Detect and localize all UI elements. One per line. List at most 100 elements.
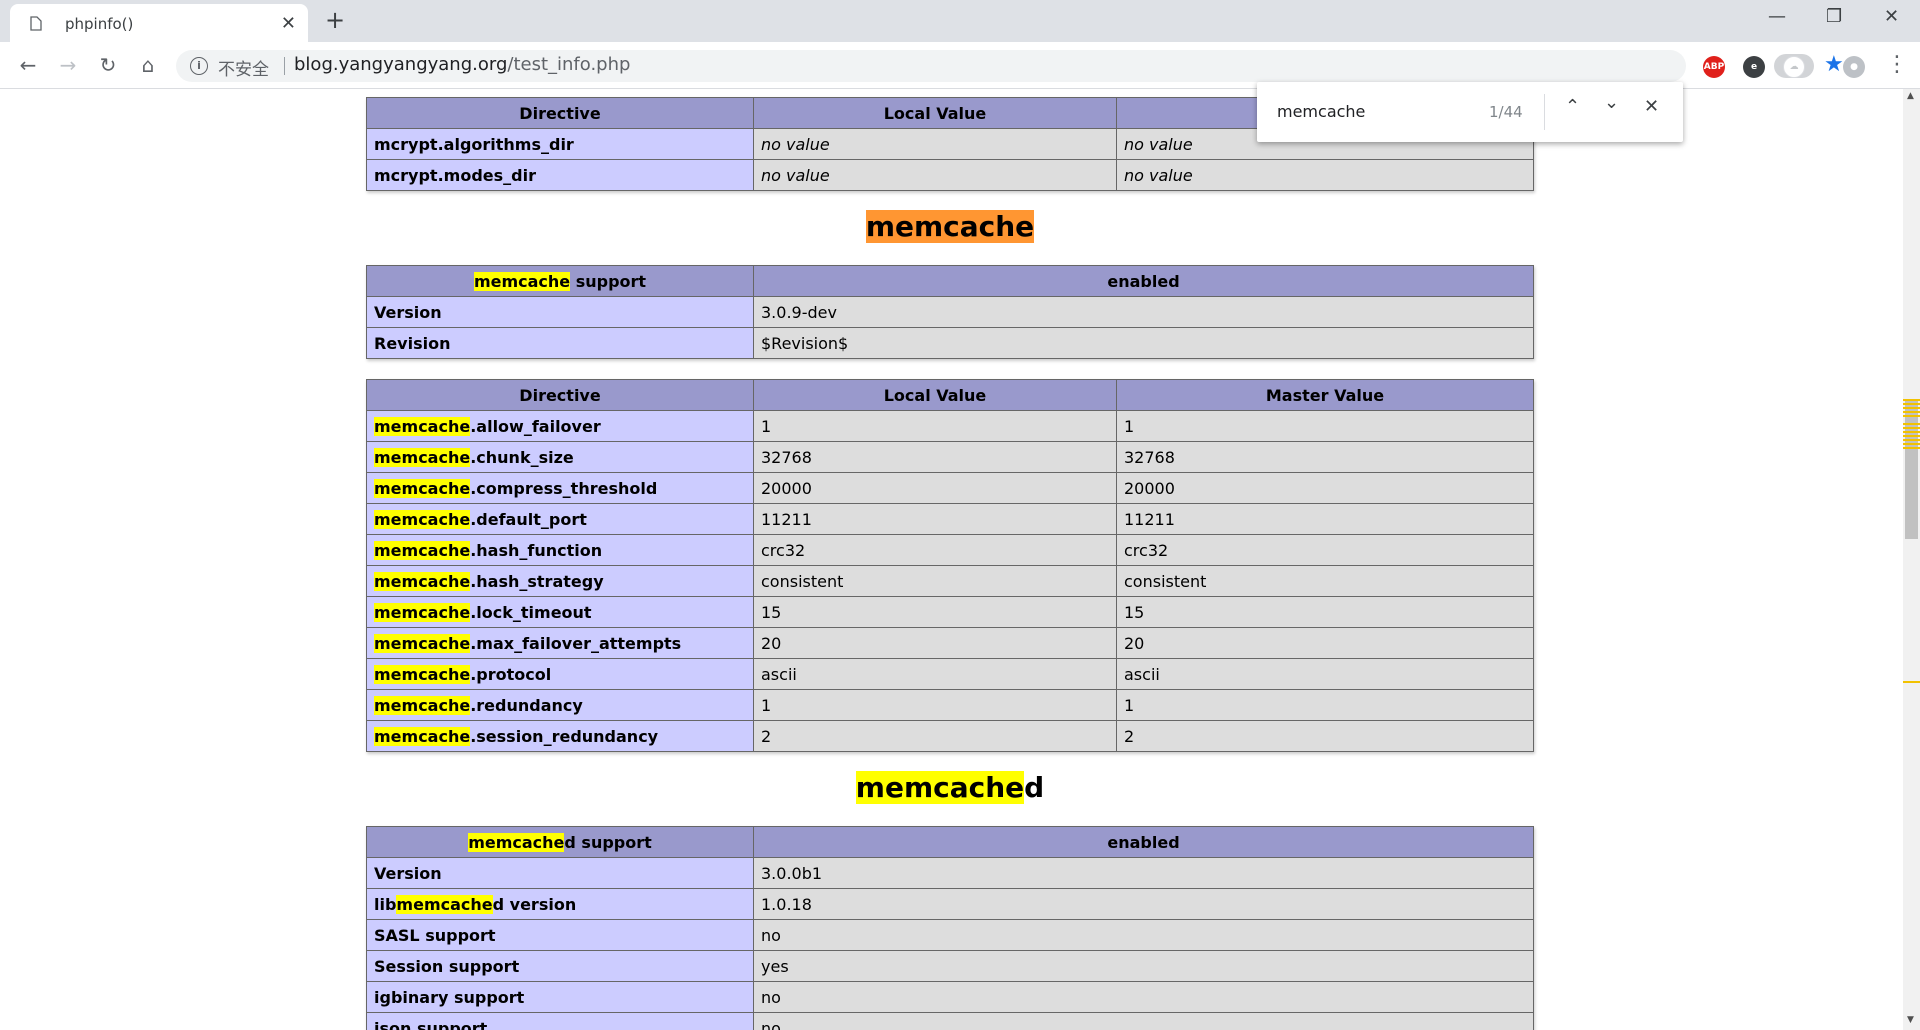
name-suffix: SASL support bbox=[374, 925, 496, 945]
heading-rest: d bbox=[1024, 771, 1045, 804]
info-name: Version bbox=[366, 857, 754, 889]
browser-tab[interactable]: phpinfo() ✕ bbox=[10, 4, 308, 42]
table-row: Session support yes bbox=[366, 950, 1534, 982]
info-value: 3.0.0b1 bbox=[753, 857, 1534, 889]
info-value: yes bbox=[753, 950, 1534, 982]
scroll-down-icon[interactable]: ▼ bbox=[1907, 1015, 1914, 1025]
find-match-marker bbox=[1903, 415, 1920, 417]
local-value: 20 bbox=[753, 627, 1117, 659]
table-row: libmemcached version 1.0.18 bbox=[366, 888, 1534, 920]
table-row: Version 3.0.9-dev bbox=[366, 296, 1534, 328]
header-support-value: enabled bbox=[753, 826, 1534, 858]
table-row: Revision $Revision$ bbox=[366, 327, 1534, 359]
directive-name: memcache.session_redundancy bbox=[366, 720, 754, 752]
local-value: 32768 bbox=[753, 441, 1117, 473]
header-master-value: Master Value bbox=[1116, 379, 1534, 411]
table-row: SASL support no bbox=[366, 919, 1534, 951]
table-row: memcache.protocol ascii ascii bbox=[366, 658, 1534, 690]
directive-suffix: .max_failover_attempts bbox=[470, 633, 682, 653]
memcache-heading: memcache bbox=[0, 210, 1900, 243]
local-value: 11211 bbox=[753, 503, 1117, 535]
vertical-scrollbar[interactable]: ▲ ▼ bbox=[1903, 89, 1920, 1030]
bookmark-star-icon[interactable]: ★ bbox=[1824, 52, 1844, 77]
directive-suffix: .allow_failover bbox=[470, 416, 601, 436]
minimize-icon[interactable]: — bbox=[1768, 6, 1786, 27]
info-value: $Revision$ bbox=[753, 327, 1534, 359]
find-input[interactable]: memcache bbox=[1277, 102, 1365, 121]
info-icon[interactable]: i bbox=[190, 57, 208, 75]
info-name: Version bbox=[366, 296, 754, 328]
directive-name: memcache.redundancy bbox=[366, 689, 754, 721]
table-row: memcache.chunk_size 32768 32768 bbox=[366, 441, 1534, 473]
support-label-rest: d support bbox=[564, 832, 652, 852]
address-separator bbox=[284, 57, 285, 75]
table-row: igbinary support no bbox=[366, 981, 1534, 1013]
find-bar: memcache 1/44 ⌃ ⌄ ✕ bbox=[1257, 82, 1683, 142]
menu-icon[interactable]: ⋮ bbox=[1886, 52, 1908, 77]
local-value: ascii bbox=[753, 658, 1117, 690]
scroll-up-icon[interactable]: ▲ bbox=[1907, 91, 1914, 101]
extension-e-icon[interactable]: e bbox=[1743, 56, 1765, 78]
header-directive: Directive bbox=[366, 379, 754, 411]
close-window-icon[interactable]: ✕ bbox=[1884, 6, 1899, 27]
table-header-row: memcached support enabled bbox=[366, 826, 1534, 858]
local-value: no value bbox=[753, 128, 1117, 160]
master-value: 15 bbox=[1116, 596, 1534, 628]
local-value: crc32 bbox=[753, 534, 1117, 566]
find-match-marker bbox=[1903, 411, 1920, 413]
match-highlight: memcache bbox=[473, 271, 571, 291]
master-value: no value bbox=[1116, 159, 1534, 191]
name-suffix: igbinary support bbox=[374, 987, 525, 1007]
name-suffix: Version bbox=[374, 863, 442, 883]
directive-suffix: .protocol bbox=[470, 664, 552, 684]
restore-icon[interactable]: ❐ bbox=[1826, 6, 1842, 27]
close-find-icon[interactable]: ✕ bbox=[1644, 96, 1659, 117]
memcache-directive-table: Directive Local Value Master Value memca… bbox=[366, 379, 1534, 752]
header-directive: Directive bbox=[366, 97, 754, 129]
directive-suffix: .hash_strategy bbox=[470, 571, 604, 591]
table-row: memcache.max_failover_attempts 20 20 bbox=[366, 627, 1534, 659]
info-name: libmemcached version bbox=[366, 888, 754, 920]
find-match-marker bbox=[1903, 423, 1920, 425]
directive-suffix: .default_port bbox=[470, 509, 587, 529]
directive-name: memcache.default_port bbox=[366, 503, 754, 535]
table-row: memcache.hash_function crc32 crc32 bbox=[366, 534, 1534, 566]
next-match-icon[interactable]: ⌄ bbox=[1604, 92, 1619, 113]
adblock-extension-icon[interactable]: ABP bbox=[1703, 56, 1725, 78]
previous-match-icon[interactable]: ⌃ bbox=[1565, 96, 1580, 117]
back-icon[interactable]: ← bbox=[14, 52, 42, 80]
find-match-marker bbox=[1903, 407, 1920, 409]
table-row: mcrypt.modes_dir no value no value bbox=[366, 159, 1534, 191]
new-tab-button[interactable]: + bbox=[325, 6, 345, 34]
table-row: json support no bbox=[366, 1012, 1534, 1030]
table-row: memcache.compress_threshold 20000 20000 bbox=[366, 472, 1534, 504]
table-row: memcache.session_redundancy 2 2 bbox=[366, 720, 1534, 752]
forward-icon[interactable]: → bbox=[54, 52, 82, 80]
memcache-support-table: memcache support enabled Version 3.0.9-d… bbox=[366, 265, 1534, 359]
info-name: json support bbox=[366, 1012, 754, 1030]
url-text[interactable]: blog.yangyangyang.org/test_info.php bbox=[294, 54, 630, 75]
info-value: no bbox=[753, 1012, 1534, 1030]
reload-icon[interactable]: ↻ bbox=[94, 52, 122, 80]
url-path: /test_info.php bbox=[507, 54, 631, 75]
directive-suffix: .compress_threshold bbox=[470, 478, 658, 498]
name-suffix: d version bbox=[492, 894, 577, 914]
local-value: consistent bbox=[753, 565, 1117, 597]
scrollbar-thumb[interactable] bbox=[1905, 399, 1918, 539]
find-match-marker bbox=[1903, 447, 1920, 449]
directive-name: memcache.lock_timeout bbox=[366, 596, 754, 628]
support-label-rest: support bbox=[570, 271, 647, 291]
extension-cloud-icon[interactable]: ☁ bbox=[1783, 56, 1805, 78]
master-value: 20 bbox=[1116, 627, 1534, 659]
table-row: memcache.hash_strategy consistent consiste… bbox=[366, 565, 1534, 597]
table-row: memcache.default_port 11211 11211 bbox=[366, 503, 1534, 535]
local-value: 15 bbox=[753, 596, 1117, 628]
info-value: 1.0.18 bbox=[753, 888, 1534, 920]
header-support: memcache support bbox=[366, 265, 754, 297]
close-tab-icon[interactable]: ✕ bbox=[281, 13, 296, 34]
local-value: no value bbox=[753, 159, 1117, 191]
home-icon[interactable]: ⌂ bbox=[134, 52, 162, 80]
profile-avatar[interactable]: ● bbox=[1843, 56, 1865, 78]
address-bar[interactable]: i 不安全 blog.yangyangyang.org/test_info.ph… bbox=[176, 50, 1844, 82]
memcached-support-table: memcached support enabled Version 3.0.0b1… bbox=[366, 826, 1534, 1030]
